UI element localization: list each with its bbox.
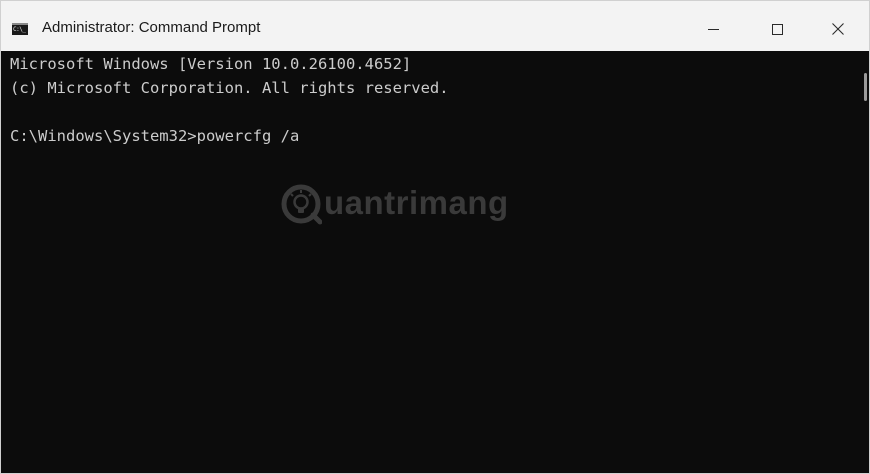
close-icon bbox=[832, 23, 844, 35]
console-line-command[interactable]: C:\Windows\System32>powercfg /a bbox=[10, 125, 299, 147]
close-button[interactable] bbox=[805, 1, 870, 51]
vertical-scrollbar[interactable] bbox=[853, 51, 869, 473]
title-bar[interactable]: C:\_ Administrator: Command Prompt bbox=[1, 1, 869, 51]
watermark-text: uantrimang bbox=[324, 184, 509, 221]
maximize-icon bbox=[771, 23, 783, 35]
quantrimang-watermark: uantrimang bbox=[280, 179, 550, 231]
command-prompt-icon: C:\_ bbox=[12, 23, 28, 35]
minimize-button[interactable] bbox=[680, 1, 746, 51]
maximize-button[interactable] bbox=[744, 1, 810, 51]
command-prompt-window: C:\_ Administrator: Command Prompt Micro… bbox=[0, 0, 870, 474]
watermark-logo-icon bbox=[281, 184, 322, 225]
console-line-version: Microsoft Windows [Version 10.0.26100.46… bbox=[10, 55, 412, 73]
minimize-icon bbox=[707, 28, 719, 30]
scrollbar-thumb[interactable] bbox=[864, 73, 867, 101]
window-title: Administrator: Command Prompt bbox=[42, 19, 261, 36]
app-icon-glyph: C:\_ bbox=[13, 26, 26, 33]
console-line-copyright: (c) Microsoft Corporation. All rights re… bbox=[10, 79, 449, 97]
console-output-area[interactable]: Microsoft Windows [Version 10.0.26100.46… bbox=[1, 51, 853, 473]
